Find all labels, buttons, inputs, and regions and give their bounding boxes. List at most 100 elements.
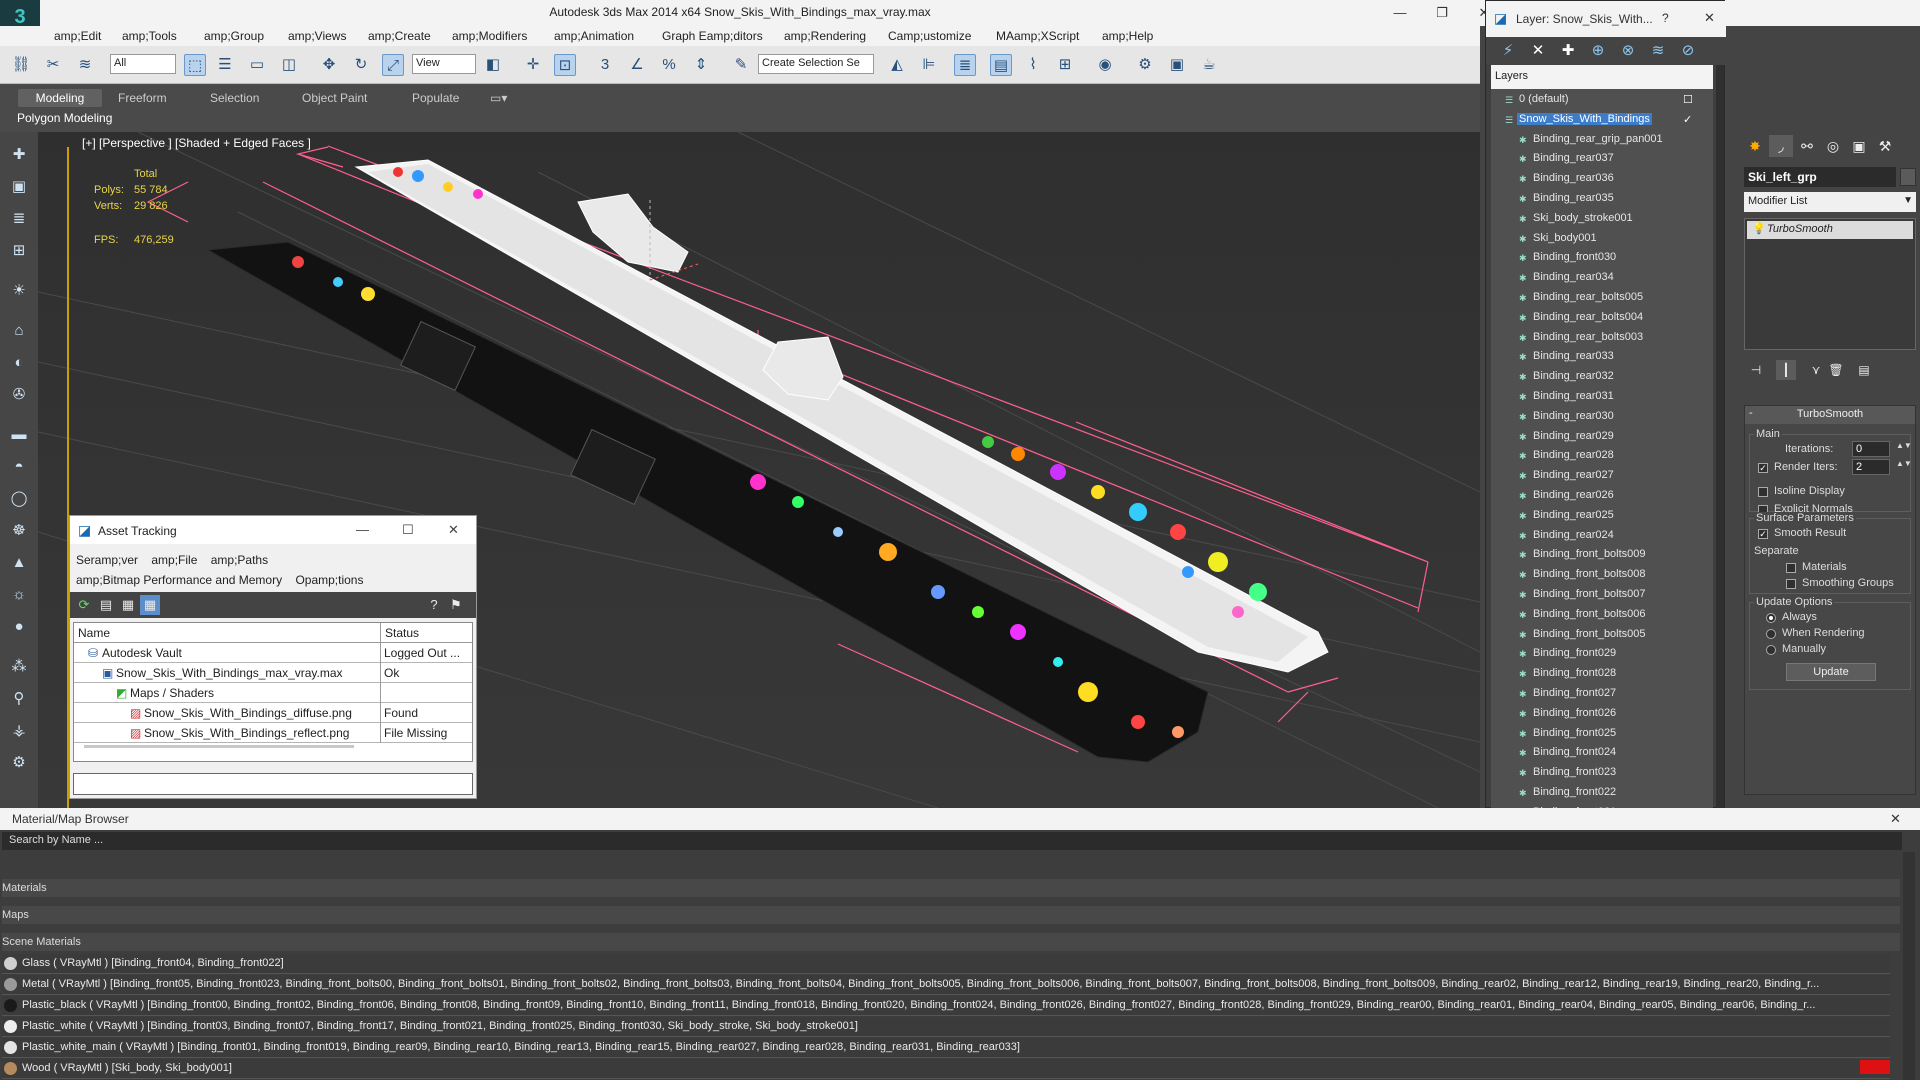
modifier-list-dropdown[interactable]: Modifier List ▼ — [1744, 192, 1916, 212]
layer-row[interactable]: ✱ Binding_front023 — [1491, 764, 1713, 784]
cone-icon[interactable]: ▲ — [8, 552, 30, 574]
menu-views[interactable]: amp;Views — [288, 29, 346, 43]
options-help-icon[interactable]: ⚑ — [446, 595, 466, 615]
tab-motion-icon[interactable]: ◎ — [1821, 135, 1845, 157]
scene-material-row[interactable]: Plastic_white_main ( VRayMtl ) [Binding_… — [2, 1038, 1890, 1058]
reel-icon[interactable]: ✇ — [8, 384, 30, 406]
asset-row[interactable]: ◩ Maps / Shaders — [74, 683, 472, 703]
render-iters-spinner[interactable]: 2 — [1852, 459, 1890, 475]
layer-row[interactable]: ✱ Binding_rear025 — [1491, 507, 1713, 527]
iterations-spinner[interactable]: 0 — [1852, 441, 1890, 457]
make-unique-icon[interactable]: ⋎ — [1806, 360, 1826, 380]
material-browser-scrollbar[interactable] — [1903, 852, 1915, 1080]
section-materials[interactable]: Materials — [2, 879, 1900, 897]
layer-row[interactable]: ✱ Binding_front025 — [1491, 725, 1713, 745]
menu-tools[interactable]: amp;Tools — [122, 29, 177, 43]
modifier-stack[interactable]: 💡 TurboSmooth — [1744, 218, 1916, 350]
layer-row[interactable]: ✱ Binding_rear032 — [1491, 368, 1713, 388]
configure-sets-icon[interactable]: ▤ — [1854, 360, 1874, 380]
ribbon-options-icon[interactable]: ▭▾ — [490, 89, 507, 107]
layer-row[interactable]: ✱ Ski_body001 — [1491, 230, 1713, 250]
layers-column-header[interactable]: Layers — [1491, 65, 1713, 89]
rotate-icon[interactable]: ↻ — [350, 54, 372, 76]
named-selection-set-input[interactable]: Create Selection Se — [758, 54, 874, 74]
bind-spacewarp-icon[interactable]: ≋ — [74, 54, 96, 76]
layer-row[interactable]: ✱ Binding_front_bolts006 — [1491, 606, 1713, 626]
select-layer-icon[interactable]: ⊗ — [1618, 41, 1638, 61]
asset-close-button[interactable]: ✕ — [448, 522, 459, 538]
bone-icon[interactable]: ⚶ — [8, 720, 30, 742]
layer-row[interactable]: ✱ Binding_front028 — [1491, 665, 1713, 685]
tab-selection[interactable]: Selection — [210, 89, 259, 107]
pivot-center-icon[interactable]: ◧ — [482, 54, 504, 76]
highlight-layer-icon[interactable]: ≋ — [1648, 41, 1668, 61]
asset-table-scrollbar[interactable] — [84, 745, 354, 748]
asset-path-field[interactable] — [73, 773, 473, 795]
menu-create[interactable]: amp;Create — [368, 29, 431, 43]
render-iters-spinner-arrows-icon[interactable]: ▲▼ — [1896, 459, 1912, 468]
menu-group[interactable]: amp;Group — [204, 29, 264, 43]
sun-icon[interactable]: ☼ — [8, 584, 30, 606]
teapot-icon[interactable]: ● — [8, 616, 30, 638]
rendered-frame-icon[interactable]: ▣ — [1166, 54, 1188, 76]
layer-row[interactable]: ✱ Ski_body_stroke001 — [1491, 210, 1713, 230]
material-editor-icon[interactable]: ◉ — [1094, 54, 1116, 76]
tab-display-icon[interactable]: ▣ — [1847, 135, 1871, 157]
layer-filter-icon[interactable]: ⚡ — [1498, 41, 1518, 61]
object-color-swatch[interactable] — [1900, 168, 1916, 186]
mirror-icon[interactable]: ◭ — [886, 54, 908, 76]
layer-row[interactable]: ✱ Binding_rear_bolts005 — [1491, 289, 1713, 309]
update-button[interactable]: Update — [1786, 663, 1876, 681]
scene-material-row[interactable]: Plastic_black ( VRayMtl ) [Binding_front… — [2, 996, 1890, 1016]
asset-row[interactable]: ⛁ Autodesk Vault Logged Out ... — [74, 643, 472, 663]
smooth-result-checkbox[interactable]: ✓ — [1758, 529, 1768, 539]
table-view-icon[interactable]: ▦ — [118, 595, 138, 615]
tab-utilities-icon[interactable]: ⚒ — [1873, 135, 1897, 157]
unlink-icon[interactable]: ✂ — [42, 54, 64, 76]
layer-row[interactable]: ✱ Binding_front024 — [1491, 744, 1713, 764]
tab-hierarchy-icon[interactable]: ⚯ — [1795, 135, 1819, 157]
percent-snap-icon[interactable]: % — [658, 54, 680, 76]
keyboard-shortcut-icon[interactable]: ⊡ — [554, 54, 576, 76]
isoline-display-checkbox[interactable] — [1758, 487, 1768, 497]
modifier-stack-item[interactable]: 💡 TurboSmooth — [1747, 221, 1913, 239]
asset-row[interactable]: ▨ Snow_Skis_With_Bindings_reflect.png File… — [74, 723, 472, 743]
remove-modifier-icon[interactable]: 🗑 — [1826, 360, 1846, 380]
scale-icon[interactable]: ⤢ — [382, 54, 404, 76]
update-always-radio[interactable] — [1766, 613, 1776, 623]
layer-list[interactable]: Layers ☰ 0 (default) ☐ ☰ Snow_Skis_With_Bind… — [1491, 65, 1713, 809]
asset-menu-bitmap-performance[interactable]: amp;Bitmap Performance and Memory — [76, 573, 282, 587]
layer-row[interactable]: ✱ Binding_rear028 — [1491, 447, 1713, 467]
iterations-spinner-arrows-icon[interactable]: ▲▼ — [1896, 441, 1912, 450]
layer-explorer-icon[interactable]: ≣ — [954, 54, 976, 76]
layer-row[interactable]: ✱ Binding_rear024 — [1491, 527, 1713, 547]
tab-object-paint[interactable]: Object Paint — [302, 89, 367, 107]
help-button[interactable]: ? — [1662, 11, 1669, 25]
settings-icon[interactable]: ⚙ — [8, 752, 30, 774]
separate-materials-checkbox[interactable] — [1786, 563, 1796, 573]
angle-snap-icon[interactable]: ∠ — [626, 54, 648, 76]
layer-row[interactable]: ✱ Binding_rear034 — [1491, 269, 1713, 289]
menu-maxscript[interactable]: MAamp;XScript — [996, 29, 1079, 43]
asset-row[interactable]: ▣ Snow_Skis_With_Bindings_max_vray.max Ok — [74, 663, 472, 683]
asset-menu-file[interactable]: amp;File — [151, 553, 197, 567]
layer-row[interactable]: ✱ Binding_rear029 — [1491, 428, 1713, 448]
select-object-icon[interactable]: ⬚ — [184, 54, 206, 76]
help-icon[interactable]: ? — [424, 595, 444, 615]
align-icon[interactable]: ⊫ — [918, 54, 940, 76]
box-icon[interactable]: ▬ — [8, 424, 30, 446]
layer-row[interactable]: ✱ Binding_rear037 — [1491, 150, 1713, 170]
edit-named-sets-icon[interactable]: ✎ — [730, 54, 752, 76]
layer-row[interactable]: ✱ Binding_front030 — [1491, 249, 1713, 269]
layer-row[interactable]: ✱ Binding_front027 — [1491, 685, 1713, 705]
layer-list-scrollbar[interactable] — [1716, 65, 1724, 809]
scene-material-row[interactable]: Glass ( VRayMtl ) [Binding_front04, Bind… — [2, 954, 1890, 974]
list-view-icon[interactable]: ▤ — [96, 595, 116, 615]
curve-editor-icon[interactable]: ⌇ — [1022, 54, 1044, 76]
select-manipulate-icon[interactable]: ✛ — [522, 54, 544, 76]
render-production-icon[interactable]: ☕ — [1198, 54, 1220, 76]
show-end-result-icon[interactable]: ┃ — [1776, 360, 1796, 380]
add-to-layer-icon[interactable]: ⊕ — [1588, 41, 1608, 61]
link-icon[interactable]: ⛓ — [10, 54, 32, 76]
ribbon-subtab-polygon-modeling[interactable]: Polygon Modeling — [17, 111, 112, 125]
